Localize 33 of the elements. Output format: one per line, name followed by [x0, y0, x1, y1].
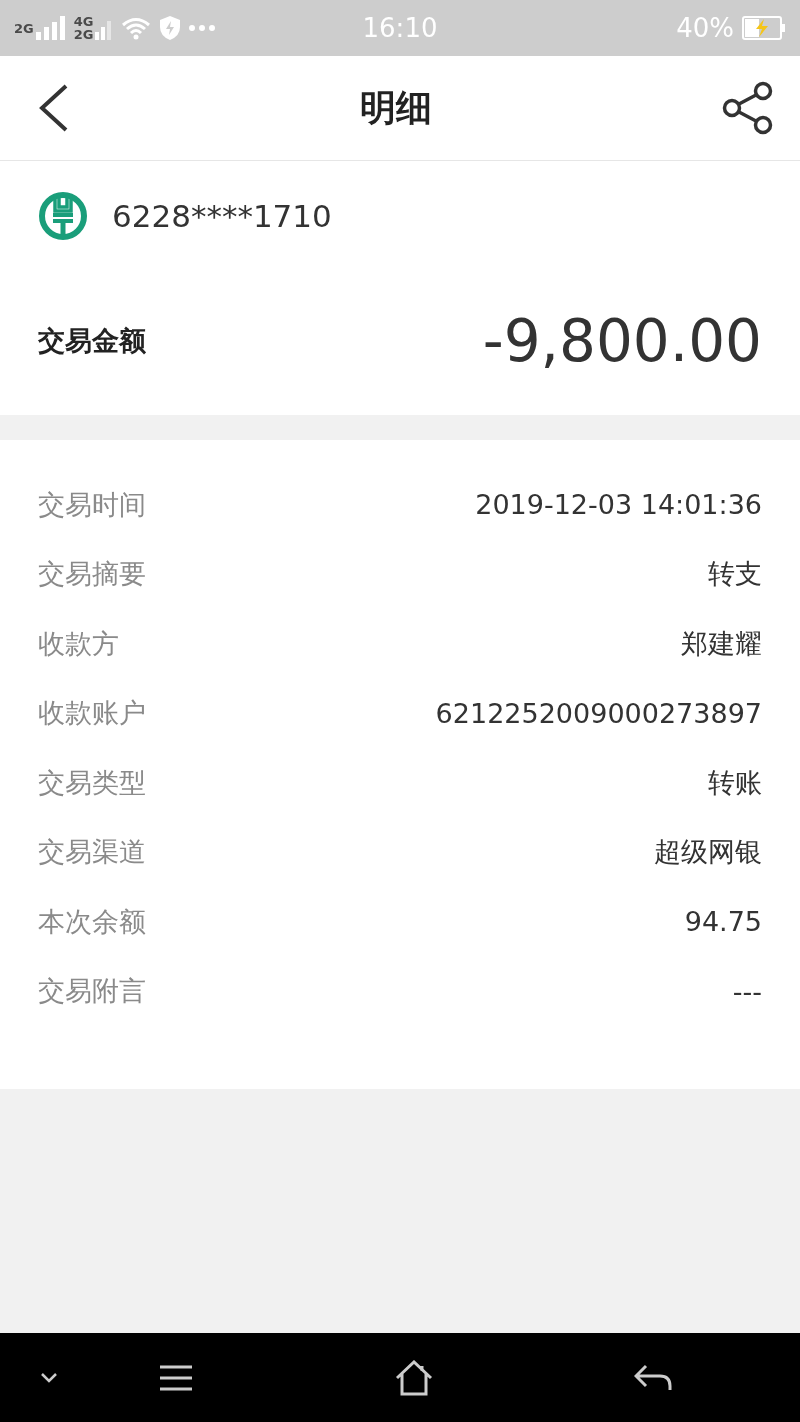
detail-value: 转账	[708, 765, 762, 800]
detail-value: 2019-12-03 14:01:36	[475, 489, 762, 521]
detail-label: 收款方	[38, 626, 119, 661]
detail-label: 交易渠道	[38, 835, 146, 870]
detail-value: 6212252009000273897	[435, 697, 762, 729]
page-title: 明细	[360, 85, 432, 130]
wifi-icon	[121, 16, 152, 40]
detail-label: 交易类型	[38, 765, 146, 800]
signal-icon	[35, 16, 66, 40]
detail-label: 交易时间	[38, 487, 146, 522]
network-label: 4G	[73, 15, 94, 28]
more-icon	[189, 25, 216, 31]
network-label: 2G	[14, 21, 34, 35]
share-icon[interactable]	[722, 81, 774, 135]
amount-label: 交易金额	[38, 324, 146, 358]
detail-value: 94.75	[684, 906, 762, 938]
home-icon[interactable]	[394, 1359, 434, 1396]
chevron-down-icon[interactable]	[40, 1371, 58, 1384]
menu-icon[interactable]	[158, 1364, 194, 1391]
back-arrow-icon[interactable]	[634, 1363, 672, 1392]
detail-value: 郑建耀	[681, 626, 762, 661]
detail-value: ---	[732, 975, 762, 1007]
detail-label: 交易摘要	[38, 557, 146, 592]
bank-logo-icon	[38, 191, 88, 241]
amount-value: -9,800.00	[482, 307, 762, 375]
shield-icon	[159, 15, 182, 41]
network-label: 2G	[73, 28, 94, 41]
detail-label: 交易附言	[38, 974, 146, 1009]
detail-label: 收款账户	[38, 696, 146, 731]
detail-value: 超级网银	[654, 835, 762, 870]
detail-value: 转支	[708, 557, 762, 592]
detail-label: 本次余额	[38, 904, 146, 939]
card-number: 6228****1710	[112, 198, 332, 234]
